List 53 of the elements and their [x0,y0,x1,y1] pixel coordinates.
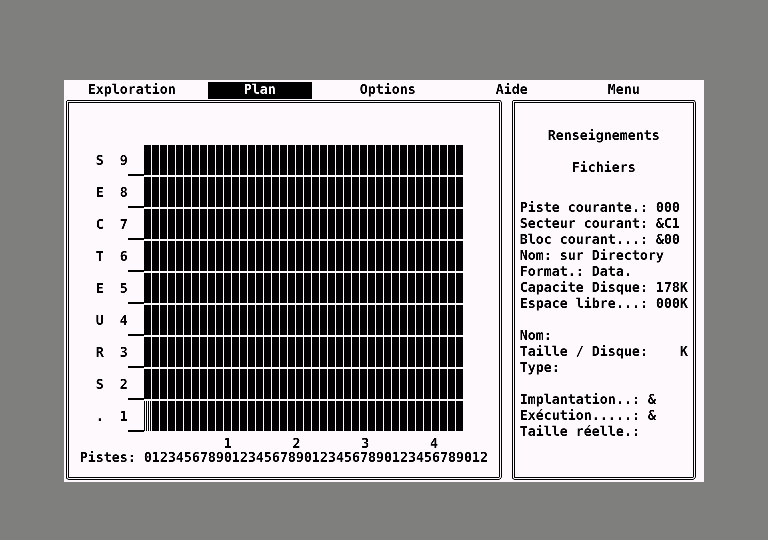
info-subtitle: Fichiers [572,161,636,177]
sector-number: 8 [120,185,128,202]
menu-item[interactable]: Menu [608,82,640,98]
sector-number: 2 [120,377,128,394]
info-line: Exécution.....: & [520,409,658,425]
tick-mark [128,366,144,368]
sector-number: 9 [120,153,128,170]
track-tens-label: 1 [224,437,232,452]
sector-number: 6 [120,249,128,266]
track-tens-label: 2 [292,437,301,452]
menu-item[interactable]: Plan [208,82,312,98]
sector-number: 4 [120,313,128,330]
tick-mark [128,398,144,400]
info-line: Espace libre...: 000K [520,297,690,313]
sector-number: 3 [120,345,128,362]
tick-mark [128,238,144,240]
tick-mark [128,334,144,336]
info-line: Implantation..: & [520,393,658,409]
axis-letter: U [96,313,106,330]
info-line: Nom: sur Directory [520,249,666,265]
info-line: Type: [520,361,562,377]
info-line: Taille réelle.: [520,425,642,441]
track-digits: 0123456789012345678901234567890123456789012 [144,451,488,467]
menu-item[interactable]: Exploration [88,82,176,98]
info-line: Bloc courant...: &00 [520,233,682,249]
track-tens-label: 4 [430,437,438,452]
sector-number: 5 [120,281,128,298]
menu-item[interactable]: Options [360,82,416,98]
axis-letter: E [96,281,106,298]
axis-letter: E [96,185,106,202]
tracks-label: Pistes: [80,451,138,467]
axis-letter: S [96,377,106,394]
sector-number: 1 [120,409,128,426]
info-line: Capacite Disque: 178K [520,281,690,297]
info-title: Renseignements [548,129,660,145]
info-line: Piste courante.: 000 [520,201,682,217]
info-line: Taille / Disque: K [520,345,690,361]
tick-mark [128,430,144,432]
axis-letter: S [96,153,106,170]
info-line: Secteur courant: &C1 [520,217,682,233]
tick-mark [128,270,144,272]
info-line: Nom: [520,329,554,345]
track-tens-label: 3 [362,437,370,452]
axis-letter: T [96,249,106,266]
axis-letter: R [96,345,106,362]
sector-number: 7 [120,217,128,234]
tick-mark [128,302,144,304]
menu-item[interactable]: Aide [496,82,528,98]
axis-letter: C [96,217,106,234]
info-line: Format.: Data. [520,265,634,281]
axis-letter: . [96,409,106,426]
tick-mark [128,174,144,176]
tick-mark [128,206,144,208]
